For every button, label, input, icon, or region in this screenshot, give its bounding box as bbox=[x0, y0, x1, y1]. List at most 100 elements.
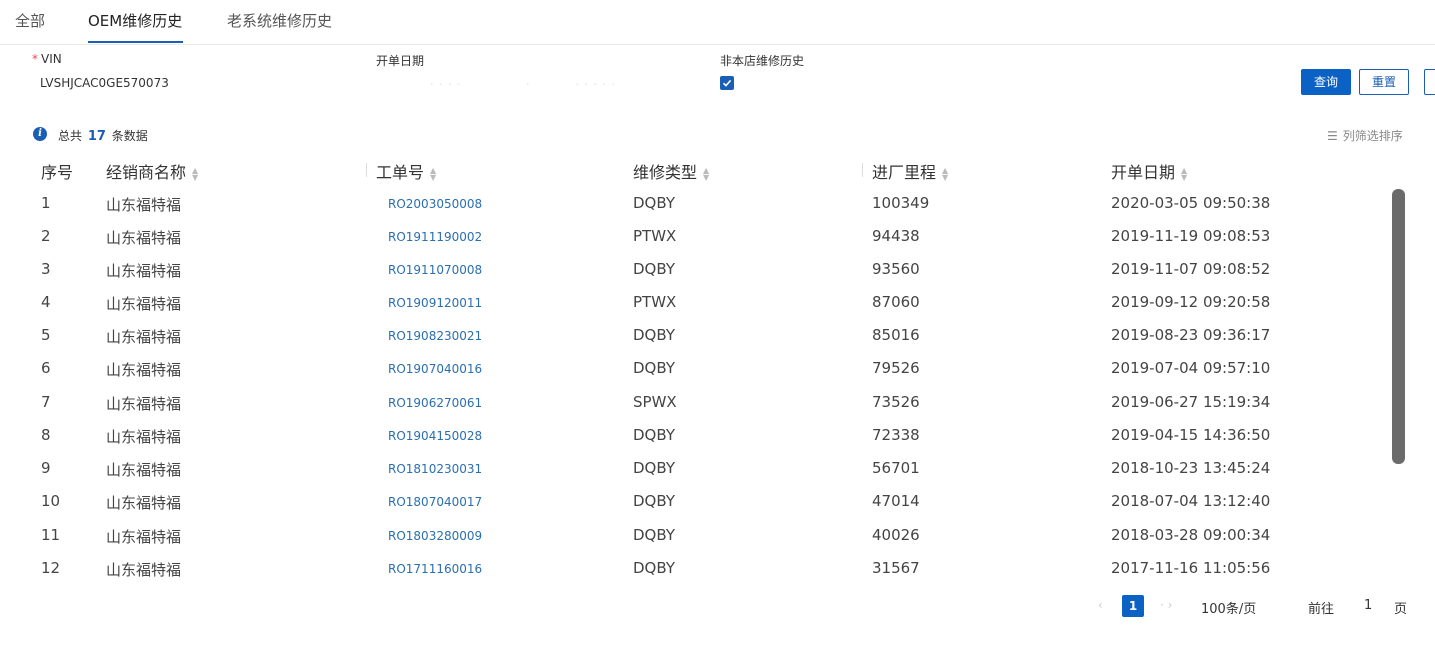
reset-button[interactable]: 重置 bbox=[1359, 69, 1409, 95]
cell-open-date: 2018-10-23 13:45:24 bbox=[1111, 459, 1271, 477]
column-filter-sort-label: 列筛选排序 bbox=[1342, 129, 1403, 143]
page-suffix: 页 bbox=[1394, 602, 1408, 617]
table-row[interactable]: 1 山东福特福 RO2003050008 DQBY 100349 2020-03… bbox=[0, 194, 1390, 227]
header-open-date[interactable]: 开单日期 ▲ ▼ bbox=[1111, 159, 1187, 183]
cell-dealer: 山东福特福 bbox=[106, 461, 182, 479]
cell-mileage: 79526 bbox=[872, 359, 920, 377]
cell-ro-link[interactable]: RO1807040017 bbox=[388, 495, 482, 509]
table-row[interactable]: 3 山东福特福 RO1911070008 DQBY 93560 2019-11-… bbox=[0, 260, 1390, 293]
cell-no: 8 bbox=[41, 426, 51, 444]
table-row[interactable]: 4 山东福特福 RO1909120011 PTWX 87060 2019-09-… bbox=[0, 293, 1390, 326]
cell-ro-link[interactable]: RO1911070008 bbox=[388, 263, 482, 277]
cell-no: 3 bbox=[41, 260, 51, 278]
cell-open-date: 2018-03-28 09:00:34 bbox=[1111, 526, 1271, 544]
cell-dealer: 山东福特福 bbox=[106, 295, 182, 313]
cell-mileage: 85016 bbox=[872, 326, 920, 344]
page-size-select[interactable]: 100条/页 bbox=[1201, 598, 1256, 617]
table-row[interactable]: 11 山东福特福 RO1803280009 DQBY 40026 2018-03… bbox=[0, 526, 1390, 559]
header-open-date-label: 开单日期 bbox=[1111, 163, 1176, 182]
table-row[interactable]: 5 山东福特福 RO1908230021 DQBY 85016 2019-08-… bbox=[0, 326, 1390, 359]
sort-caret-icon[interactable]: ▲ ▼ bbox=[1181, 166, 1187, 181]
table-row[interactable]: 7 山东福特福 RO1906270061 SPWX 73526 2019-06-… bbox=[0, 393, 1390, 426]
table-row[interactable]: 2 山东福特福 RO1911190002 PTWX 94438 2019-11-… bbox=[0, 227, 1390, 260]
cell-no: 4 bbox=[41, 293, 51, 311]
tab-bar: 全部 OEM维修历史 老系统维修历史 bbox=[0, 0, 1435, 45]
header-ro-label: 工单号 bbox=[376, 163, 425, 182]
sort-caret-icon[interactable]: ▲ ▼ bbox=[703, 166, 709, 181]
header-ro[interactable]: 工单号 ▲ ▼ bbox=[376, 159, 436, 183]
cell-mileage: 31567 bbox=[872, 559, 920, 577]
header-dealer[interactable]: 经销商名称 ▲ ▼ bbox=[106, 159, 198, 183]
date-range-input[interactable]: · · · · · · · · · · bbox=[430, 76, 616, 92]
more-button[interactable] bbox=[1424, 69, 1435, 95]
table-row[interactable]: 6 山东福特福 RO1907040016 DQBY 79526 2019-07-… bbox=[0, 359, 1390, 392]
tab-all[interactable]: 全部 bbox=[15, 10, 45, 31]
cell-dealer: 山东福特福 bbox=[106, 428, 182, 446]
cell-ro-link[interactable]: RO1810230031 bbox=[388, 462, 482, 476]
column-filter-sort-button[interactable]: ☰ 列筛选排序 bbox=[1327, 127, 1403, 144]
header-repair-type[interactable]: 维修类型 ▲ ▼ bbox=[633, 159, 709, 183]
filter-sliders-icon: ☰ bbox=[1327, 129, 1338, 143]
goto-label: 前往 bbox=[1308, 602, 1335, 617]
cell-no: 7 bbox=[41, 393, 51, 411]
table-row[interactable]: 8 山东福特福 RO1904150028 DQBY 72338 2019-04-… bbox=[0, 426, 1390, 459]
cell-dealer: 山东福特福 bbox=[106, 528, 182, 546]
cell-no: 6 bbox=[41, 359, 51, 377]
table-row[interactable]: 9 山东福特福 RO1810230031 DQBY 56701 2018-10-… bbox=[0, 459, 1390, 492]
cell-dealer: 山东福特福 bbox=[106, 395, 182, 413]
sort-caret-icon[interactable]: ▲ ▼ bbox=[942, 166, 948, 181]
prev-page-icon[interactable]: ‹ bbox=[1098, 598, 1103, 612]
cell-mileage: 56701 bbox=[872, 459, 920, 477]
table-scrollbar[interactable] bbox=[1392, 189, 1405, 464]
required-asterisk: * bbox=[32, 52, 38, 66]
cell-dealer: 山东福特福 bbox=[106, 494, 182, 512]
header-mileage-label: 进厂里程 bbox=[872, 163, 937, 182]
cell-mileage: 87060 bbox=[872, 293, 920, 311]
check-icon bbox=[722, 79, 732, 87]
table-row[interactable]: 10 山东福特福 RO1807040017 DQBY 47014 2018-07… bbox=[0, 492, 1390, 525]
cell-open-date: 2020-03-05 09:50:38 bbox=[1111, 194, 1271, 212]
total-suffix: 条数据 bbox=[111, 129, 148, 143]
page-1-button[interactable]: 1 bbox=[1122, 595, 1144, 617]
query-button[interactable]: 查询 bbox=[1301, 69, 1351, 95]
active-tab-indicator bbox=[88, 41, 183, 43]
goto-page-input[interactable]: 1 bbox=[1364, 598, 1372, 613]
non-store-history-label: 非本店维修历史 bbox=[720, 54, 805, 68]
tab-legacy-history[interactable]: 老系统维修历史 bbox=[227, 10, 332, 31]
sort-caret-icon[interactable]: ▲ ▼ bbox=[192, 166, 198, 181]
cell-repair-type: PTWX bbox=[633, 293, 677, 311]
cell-ro-link[interactable]: RO1803280009 bbox=[388, 529, 482, 543]
cell-repair-type: DQBY bbox=[633, 426, 675, 444]
cell-ro-link[interactable]: RO1911190002 bbox=[388, 230, 482, 244]
header-mileage[interactable]: 进厂里程 ▲ ▼ bbox=[872, 159, 948, 183]
cell-open-date: 2017-11-16 11:05:56 bbox=[1111, 559, 1271, 577]
cell-ro-link[interactable]: RO1904150028 bbox=[388, 429, 482, 443]
cell-repair-type: SPWX bbox=[633, 393, 677, 411]
cell-open-date: 2019-11-07 09:08:52 bbox=[1111, 260, 1271, 278]
cell-no: 1 bbox=[41, 194, 51, 212]
sort-caret-icon[interactable]: ▲ ▼ bbox=[430, 166, 436, 181]
cell-repair-type: DQBY bbox=[633, 492, 675, 510]
cell-no: 2 bbox=[41, 227, 51, 245]
cell-ro-link[interactable]: RO1906270061 bbox=[388, 396, 482, 410]
cell-ro-link[interactable]: RO1711160016 bbox=[388, 562, 482, 576]
next-page-icon[interactable]: · › bbox=[1160, 598, 1172, 612]
table-row[interactable]: 12 山东福特福 RO1711160016 DQBY 31567 2017-11… bbox=[0, 559, 1390, 592]
cell-no: 9 bbox=[41, 459, 51, 477]
cell-repair-type: DQBY bbox=[633, 326, 675, 344]
non-store-history-checkbox[interactable] bbox=[720, 76, 734, 90]
cell-ro-link[interactable]: RO1908230021 bbox=[388, 329, 482, 343]
tab-oem-history[interactable]: OEM维修历史 bbox=[88, 10, 182, 31]
cell-no: 11 bbox=[41, 526, 61, 544]
column-divider[interactable] bbox=[366, 163, 367, 177]
column-divider[interactable] bbox=[862, 163, 863, 177]
vin-input[interactable]: LVSHJCAC0GE570073 bbox=[40, 76, 169, 90]
cell-open-date: 2019-07-04 09:57:10 bbox=[1111, 359, 1271, 377]
cell-repair-type: DQBY bbox=[633, 459, 675, 477]
cell-dealer: 山东福特福 bbox=[106, 262, 182, 280]
cell-ro-link[interactable]: RO1907040016 bbox=[388, 362, 482, 376]
cell-ro-link[interactable]: RO1909120011 bbox=[388, 296, 482, 310]
header-dealer-label: 经销商名称 bbox=[106, 163, 187, 182]
cell-ro-link[interactable]: RO2003050008 bbox=[388, 197, 482, 211]
cell-repair-type: PTWX bbox=[633, 227, 677, 245]
